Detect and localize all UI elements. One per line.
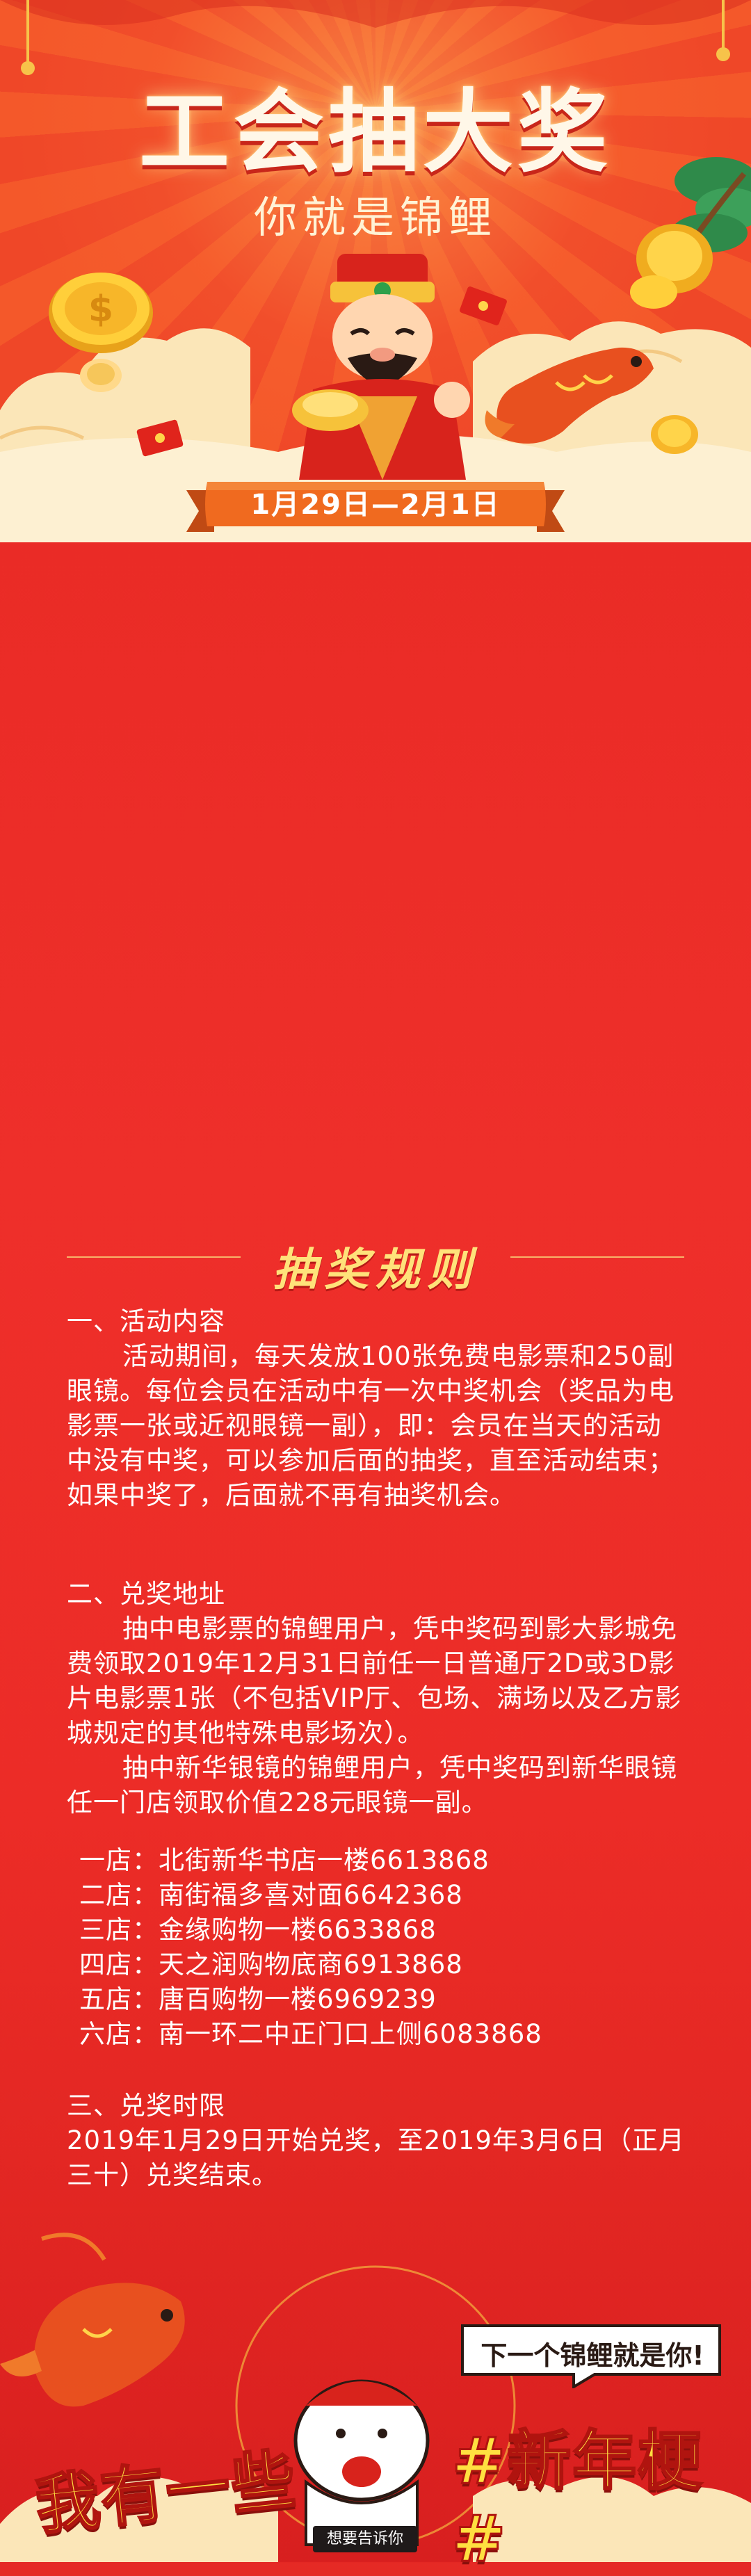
rules-heading: 抽奖规则 xyxy=(273,1245,478,1296)
section-activity: 一、活动内容 活动期间，每天发放100张免费电影票和250副眼镜。每位会员在活动… xyxy=(67,1304,686,1513)
speech-bubble-text: 下一个锦鲤就是你! xyxy=(481,2340,704,2371)
list-item: 四店：天之润购物底商6913868 xyxy=(79,1950,463,1979)
section-paragraph: 抽中电影票的锦鲤用户，凭中奖码到影大影城免费领取2019年12月31日前任一日普… xyxy=(67,1614,682,1748)
section-paragraph: 活动期间，每天发放100张免费电影票和250副眼镜。每位会员在活动中有一次中奖机… xyxy=(67,1341,675,1510)
store-list: 一店：北街新华书店一楼6613868 二店：南街福多喜对面6642368 三店：… xyxy=(67,1843,686,2052)
list-item: 一店：北街新华书店一楼6613868 xyxy=(79,1845,490,1875)
list-item: 二店：南街福多喜对面6642368 xyxy=(79,1880,463,1910)
small-coin-icon xyxy=(80,359,122,392)
date-range: 1月29日—2月1日 xyxy=(250,489,501,521)
footer-tag: 想要告诉你 xyxy=(326,2530,403,2547)
page-title: 工会抽大奖 xyxy=(138,79,612,185)
hero-banner: 工会抽大奖 你就是锦鲤 $ 1月29日—2月1日 xyxy=(0,0,751,542)
list-item: 六店：南一环二中正门口上侧6083868 xyxy=(79,2019,542,2049)
section-paragraph: 抽中新华银镜的锦鲤用户，凭中奖码到新华眼镜任一门店领取价值228元眼镜一副。 xyxy=(67,1753,677,1817)
section-redeem-deadline: 三、兑奖时限 2019年1月29日开始兑奖，至2019年3月6日（正月三十）兑奖… xyxy=(67,2089,686,2193)
svg-text:$: $ xyxy=(88,289,113,330)
list-item: 五店：唐百购物一楼6969239 xyxy=(79,1984,437,2014)
section-redeem-address: 二、兑奖地址 抽中电影票的锦鲤用户，凭中奖码到影大影城免费领取2019年12月3… xyxy=(67,1577,686,1820)
gold-coins-stack-icon xyxy=(630,224,713,309)
list-item: 三店：金缘购物一楼6633868 xyxy=(79,1915,437,1945)
footer-slogan-right: #新年梗# xyxy=(451,2423,704,2576)
section-paragraph: 2019年1月29日开始兑奖，至2019年3月6日（正月三十）兑奖结束。 xyxy=(67,2125,686,2190)
section-title: 三、兑奖时限 xyxy=(67,2091,225,2121)
section-title: 二、兑奖地址 xyxy=(67,1579,225,1609)
divider-left xyxy=(67,1256,241,1258)
gold-coin-icon: $ xyxy=(49,273,153,353)
red-envelope-icon xyxy=(136,419,184,457)
god-of-wealth-illustration xyxy=(292,254,470,480)
section-title: 一、活动内容 xyxy=(67,1306,225,1336)
divider-right xyxy=(510,1256,684,1258)
store-list-container: 一店：北街新华书店一楼6613868 二店：南街福多喜对面6642368 三店：… xyxy=(67,1843,686,2052)
koi-fish-icon xyxy=(485,347,654,444)
